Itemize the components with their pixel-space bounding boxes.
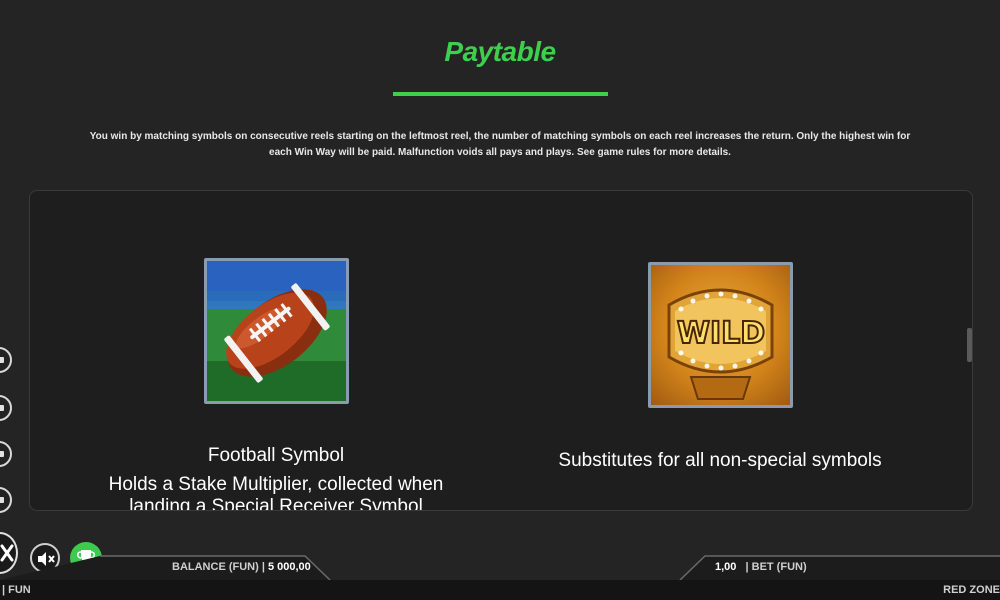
side-button-1[interactable] bbox=[0, 347, 12, 373]
wild-symbol-description: Substitutes for all non-special symbols bbox=[558, 450, 882, 471]
football-symbol-card bbox=[204, 258, 349, 404]
bet-value: 1,00 bbox=[715, 561, 737, 573]
title-underline bbox=[393, 92, 608, 96]
footer-game-name: RED ZONE bbox=[943, 584, 1000, 596]
balance-value: 5 000,00 bbox=[267, 561, 311, 573]
football-symbol-description: Holds a Stake Multiplier, collected when… bbox=[108, 474, 444, 510]
side-button-2[interactable] bbox=[0, 395, 12, 421]
football-icon bbox=[207, 261, 346, 401]
bottom-bar-frame bbox=[0, 555, 1000, 580]
side-button-3[interactable] bbox=[0, 441, 12, 467]
panel-scrollbar[interactable] bbox=[967, 328, 972, 362]
balance-display: BALANCE (FUN) | 5 000,00 bbox=[172, 561, 311, 573]
bet-display[interactable]: 1,00 | BET (FUN) bbox=[715, 561, 807, 573]
bet-label: BET (FUN) bbox=[751, 561, 807, 573]
footer-mode: | FUN bbox=[2, 584, 31, 596]
footer-strip bbox=[0, 580, 1000, 600]
paytable-title: Paytable bbox=[444, 36, 556, 67]
wild-ring-icon: WILD bbox=[651, 265, 790, 405]
paytable-intro: You win by matching symbols on consecuti… bbox=[89, 131, 911, 158]
wild-art-text: WILD bbox=[677, 316, 765, 351]
football-symbol-name: Football Symbol bbox=[207, 445, 345, 466]
side-button-4[interactable] bbox=[0, 487, 12, 513]
balance-label: BALANCE (FUN) bbox=[172, 561, 259, 573]
wild-symbol-card: WILD bbox=[648, 262, 793, 408]
